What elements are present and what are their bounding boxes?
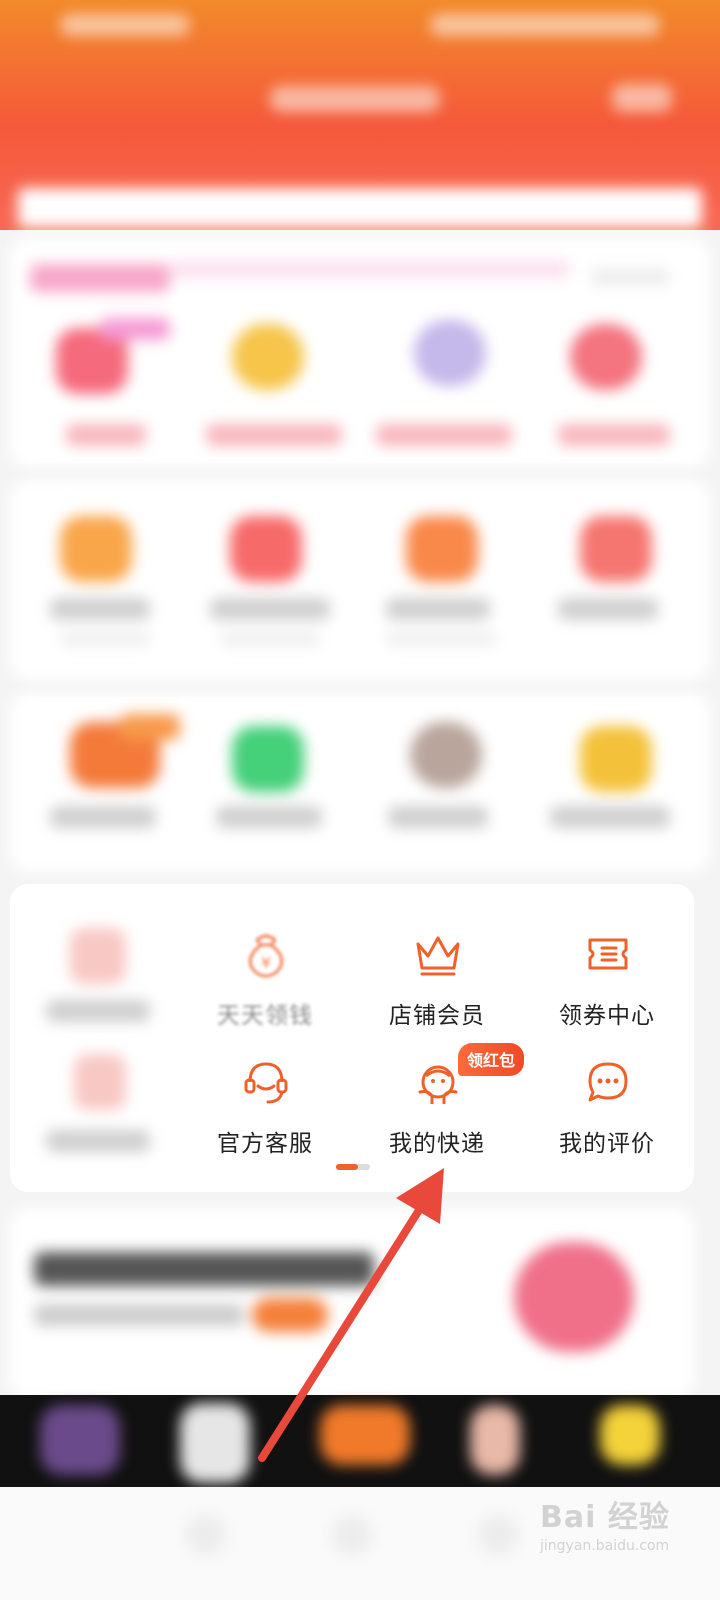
service-label: 我的快递 (389, 1131, 485, 1157)
service-customer-support[interactable]: 官方客服 (180, 1056, 350, 1176)
service-my-reviews[interactable]: 我的评价 (522, 1056, 692, 1176)
delivery-mascot-icon (412, 1056, 464, 1108)
red-packet-badge: 领红包 (458, 1043, 525, 1076)
service-daily-cash[interactable]: ¥ 天天领钱 (180, 928, 350, 1048)
watermark-sub: jingyan.baidu.com (540, 1538, 670, 1554)
ad-card (10, 1208, 694, 1398)
promo-card (10, 238, 710, 468)
service-label: 我的评价 (559, 1131, 655, 1157)
page-indicator-active (336, 1164, 358, 1170)
tab-cart[interactable] (478, 1515, 518, 1555)
service-label: 天天领钱 (217, 1003, 313, 1029)
feature-card-a (10, 480, 710, 680)
header-banner (18, 188, 702, 228)
service-label: 店铺会员 (389, 1003, 485, 1029)
header-action[interactable] (612, 84, 672, 112)
feature-card-b (10, 692, 710, 872)
money-bag-icon: ¥ (240, 928, 292, 980)
headset-icon (240, 1056, 292, 1108)
header-title (270, 86, 440, 112)
page-indicator (336, 1164, 370, 1170)
status-bar-left (60, 14, 190, 36)
tab-discover[interactable] (332, 1515, 372, 1555)
chat-bubble-icon (582, 1056, 634, 1108)
baidu-watermark: Bai 经验 jingyan.baidu.com (540, 1492, 670, 1554)
service-label: 官方客服 (217, 1131, 313, 1157)
watermark-main: Bai 经验 (540, 1500, 670, 1535)
crown-icon (412, 928, 464, 980)
status-bar-right (430, 14, 660, 36)
service-label: 领券中心 (559, 1003, 655, 1029)
coupon-icon (582, 928, 634, 980)
service-store-membership[interactable]: 店铺会员 (352, 928, 522, 1048)
service-coupon-center[interactable]: 领券中心 (522, 928, 692, 1048)
svg-text:¥: ¥ (261, 953, 271, 972)
tab-home[interactable] (186, 1515, 226, 1555)
live-stream-strip (0, 1395, 720, 1487)
